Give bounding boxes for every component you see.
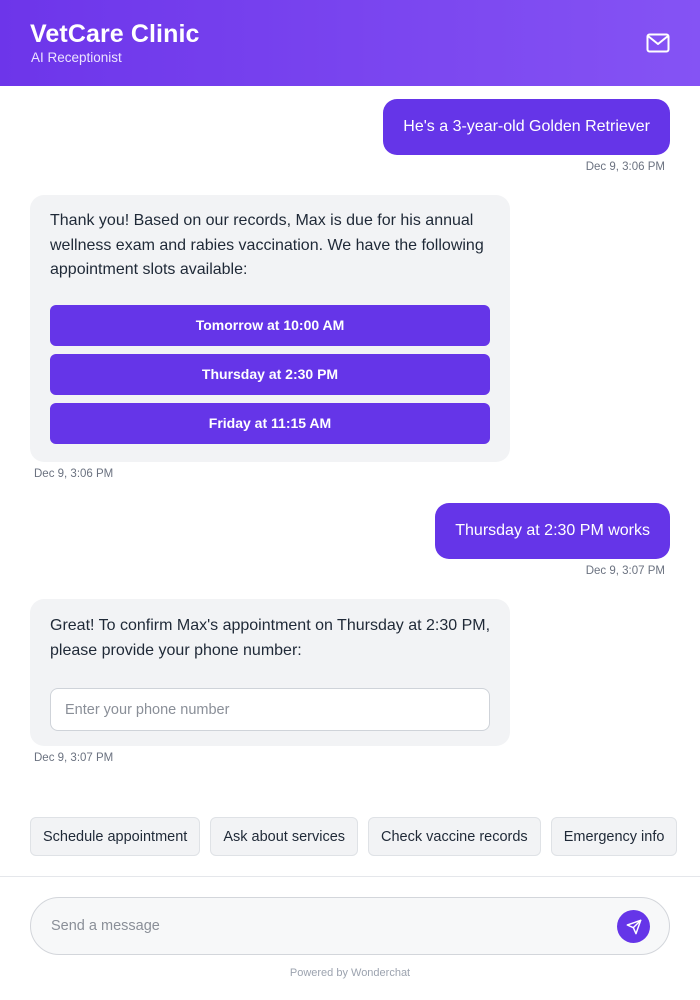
mail-icon[interactable] [646,33,670,53]
send-icon [626,919,641,934]
message-timestamp: Dec 9, 3:06 PM [34,468,114,480]
quick-reply-emergency[interactable]: Emergency info [550,817,678,856]
slot-button[interactable]: Tomorrow at 10:00 AM [50,304,490,346]
user-message: He's a 3-year-old Golden Retriever [383,99,670,155]
phone-number-input[interactable] [50,688,490,731]
user-message-text: Thursday at 2:30 PM works [455,522,650,539]
quick-reply-schedule[interactable]: Schedule appointment [30,817,201,856]
clinic-title: VetCare Clinic [30,20,200,48]
message-timestamp: Dec 9, 3:06 PM [585,161,665,173]
powered-by: Powered by Wonderchat [289,967,411,979]
user-message-text: He's a 3-year-old Golden Retriever [403,118,650,135]
bot-message-text: Great! To confirm Max's appointment on T… [50,617,491,659]
chat-header: VetCare Clinic AI Receptionist [0,0,700,86]
slot-button[interactable]: Thursday at 2:30 PM [50,353,490,395]
user-message: Thursday at 2:30 PM works [435,503,670,559]
clinic-subtitle: AI Receptionist [31,50,122,65]
bot-message-text: Thank you! Based on our records, Max is … [50,212,484,278]
divider [0,876,700,877]
message-timestamp: Dec 9, 3:07 PM [34,752,114,764]
bot-message: Thank you! Based on our records, Max is … [30,195,510,462]
message-timestamp: Dec 9, 3:07 PM [585,565,665,577]
quick-reply-services[interactable]: Ask about services [210,817,359,856]
message-composer [30,897,670,955]
quick-reply-vaccine-records[interactable]: Check vaccine records [368,817,541,856]
slot-button[interactable]: Friday at 11:15 AM [50,402,490,444]
send-button[interactable] [617,910,650,943]
quick-replies: Schedule appointment Ask about services … [30,817,678,856]
message-input[interactable] [51,898,611,954]
bot-message: Great! To confirm Max's appointment on T… [30,599,510,746]
